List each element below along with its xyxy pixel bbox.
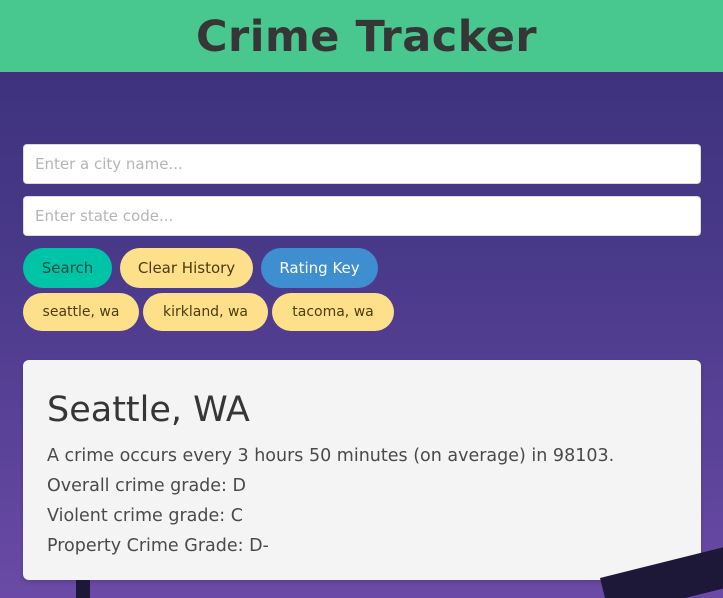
app-title: Crime Tracker: [196, 12, 538, 62]
result-city-title: Seattle, WA: [47, 390, 250, 430]
app-header: Crime Tracker: [0, 0, 723, 72]
property-grade-text: Property Crime Grade: D-: [47, 536, 269, 556]
history-item-kirkland[interactable]: kirkland, wa: [143, 293, 268, 331]
history-item-seattle[interactable]: seattle, wa: [23, 293, 139, 331]
result-card: Seattle, WA A crime occurs every 3 hours…: [23, 360, 701, 580]
overall-grade-text: Overall crime grade: D: [47, 476, 246, 496]
history-item-tacoma[interactable]: tacoma, wa: [272, 293, 394, 331]
background-silhouette-post: [76, 580, 90, 598]
violent-grade-text: Violent crime grade: C: [47, 506, 243, 526]
rating-key-button[interactable]: Rating Key: [261, 248, 378, 288]
state-code-input[interactable]: [23, 196, 701, 236]
search-button[interactable]: Search: [23, 248, 112, 288]
crime-frequency-text: A crime occurs every 3 hours 50 minutes …: [47, 446, 615, 466]
city-input[interactable]: [23, 144, 701, 184]
clear-history-button[interactable]: Clear History: [120, 248, 253, 288]
